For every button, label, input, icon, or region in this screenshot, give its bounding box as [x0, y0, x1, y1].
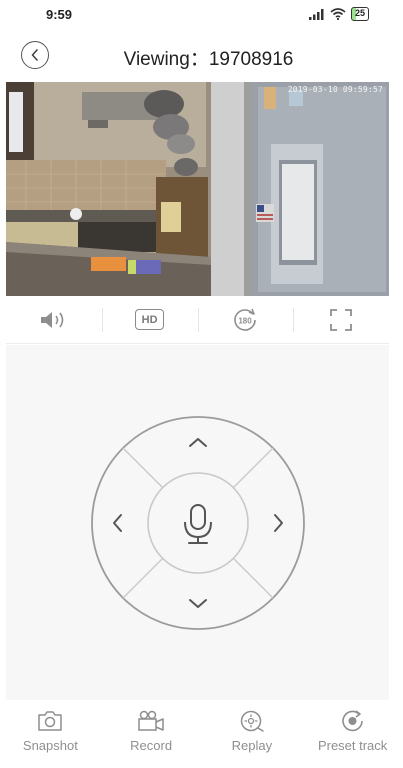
bottom-nav: Snapshot Record Replay Preset track — [0, 700, 403, 768]
pan-right-button[interactable] — [274, 514, 283, 532]
chevron-down-icon — [189, 599, 207, 608]
status-bar: 9:59 25 — [0, 0, 403, 30]
rotate-180-button[interactable]: 180 — [197, 296, 294, 343]
fullscreen-icon — [330, 308, 353, 331]
chevron-up-icon — [189, 438, 207, 447]
microphone-icon — [184, 504, 212, 544]
replay-button[interactable]: Replay — [202, 700, 303, 768]
status-time: 9:59 — [46, 7, 73, 22]
chevron-right-icon — [274, 514, 283, 532]
preset-track-icon — [339, 708, 367, 734]
fullscreen-button[interactable] — [293, 296, 389, 343]
pan-left-button[interactable] — [113, 514, 122, 532]
sound-toggle-button[interactable] — [6, 296, 102, 343]
record-label: Record — [130, 738, 173, 753]
camera-feed-image — [6, 82, 389, 296]
camera-icon — [36, 708, 64, 734]
pan-up-button[interactable] — [189, 438, 207, 447]
video-camera-icon — [137, 708, 165, 734]
record-button[interactable]: Record — [101, 700, 202, 768]
rotate-180-icon: 180 — [234, 308, 257, 331]
hd-label: HD — [135, 309, 165, 330]
preset-track-button[interactable]: Preset track — [302, 700, 403, 768]
page-title: Viewing：19708916 — [123, 49, 294, 70]
video-toolbar: HD 180 — [6, 296, 389, 344]
pan-down-button[interactable] — [189, 599, 207, 608]
wifi-icon — [330, 8, 346, 20]
signal-icon — [308, 9, 324, 20]
speaker-icon — [40, 311, 64, 328]
rotate-180-text: 180 — [239, 316, 253, 325]
battery-indicator: 25 — [350, 7, 369, 21]
hd-toggle-button[interactable]: HD — [101, 296, 198, 343]
snapshot-label: Snapshot — [22, 738, 78, 753]
snapshot-button[interactable]: Snapshot — [0, 700, 101, 768]
live-video-feed[interactable]: 2019-03-10 09:59:57 — [6, 82, 389, 296]
video-timestamp: 2019-03-10 09:59:57 — [287, 85, 383, 94]
preset-track-label: Preset track — [317, 738, 388, 753]
ptz-control-area — [6, 345, 389, 700]
chevron-left-icon — [113, 514, 122, 532]
status-icons: 25 — [308, 7, 369, 21]
replay-icon — [238, 708, 266, 734]
header: Viewing：19708916 — [0, 32, 403, 78]
replay-label: Replay — [231, 738, 273, 753]
direction-pad[interactable] — [90, 415, 306, 631]
talk-button[interactable] — [184, 504, 212, 544]
